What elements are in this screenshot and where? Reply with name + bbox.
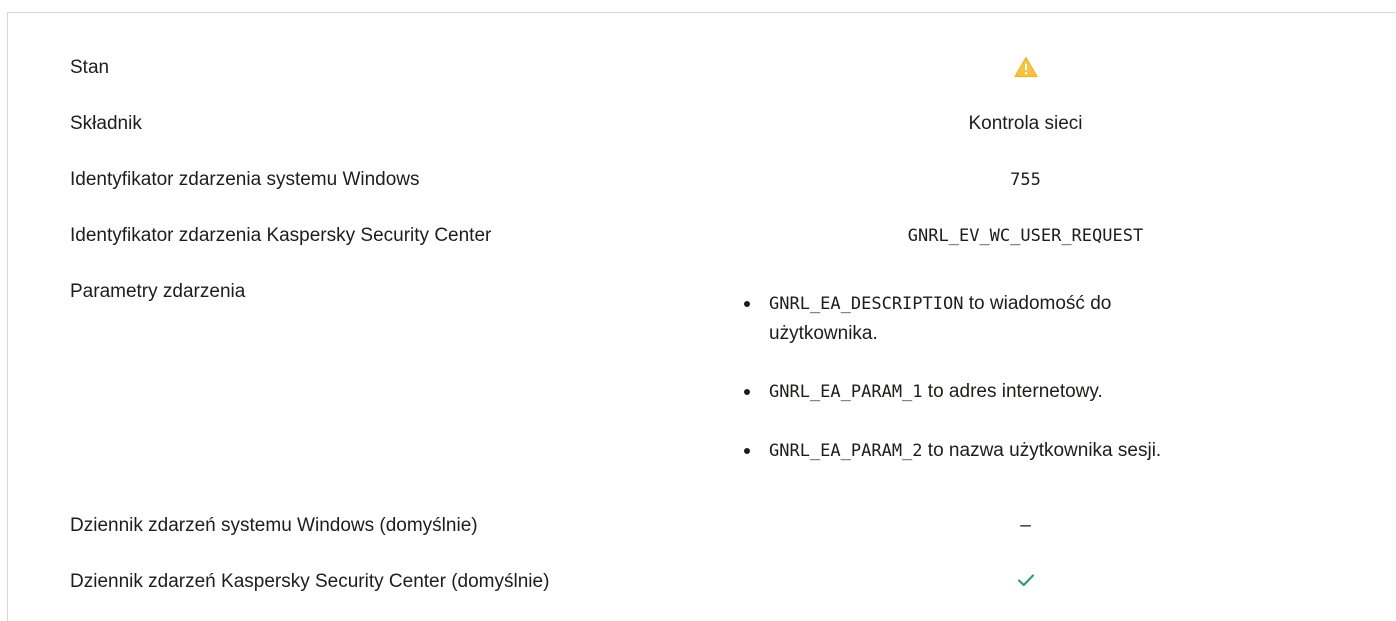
list-item: GNRL_EA_PARAM_1 to adres internetowy. [738, 377, 1219, 407]
windows-log-value: – [1020, 515, 1031, 536]
list-item: GNRL_EA_DESCRIPTION to wiadomość do użyt… [738, 289, 1219, 348]
ksc-event-id-label: Identyfikator zdarzenia Kaspersky Securi… [70, 225, 492, 246]
event-params-list: GNRL_EA_DESCRIPTION to wiadomość do użyt… [738, 289, 1188, 466]
windows-event-id-value: 755 [1010, 170, 1041, 190]
component-value: Kontrola sieci [968, 113, 1083, 134]
param-code: GNRL_EA_PARAM_2 [769, 441, 923, 461]
ksc-log-value [598, 570, 1396, 594]
status-value [598, 56, 1396, 85]
event-details-table: Stan Składnik Kontrola sieci Identyfikat… [7, 12, 1396, 621]
param-code: GNRL_EA_PARAM_1 [769, 382, 923, 402]
ksc-log-label: Dziennik zdarzeń Kaspersky Security Cent… [70, 571, 550, 592]
param-text: to nazwa użytkownika sesji. [922, 440, 1162, 461]
list-item: GNRL_EA_PARAM_2 to nazwa użytkownika ses… [738, 436, 1219, 466]
component-label: Składnik [70, 113, 142, 134]
param-code: GNRL_EA_DESCRIPTION [769, 294, 964, 314]
event-params-label: Parametry zdarzenia [70, 281, 246, 302]
check-icon [1017, 570, 1035, 594]
ksc-event-id-value: GNRL_EV_WC_USER_REQUEST [907, 226, 1144, 246]
windows-log-label: Dziennik zdarzeń systemu Windows (domyśl… [70, 515, 478, 536]
warning-icon [1013, 56, 1038, 85]
status-label: Stan [70, 57, 110, 78]
param-text: to adres internetowy. [922, 381, 1103, 402]
windows-event-id-label: Identyfikator zdarzenia systemu Windows [70, 169, 420, 190]
